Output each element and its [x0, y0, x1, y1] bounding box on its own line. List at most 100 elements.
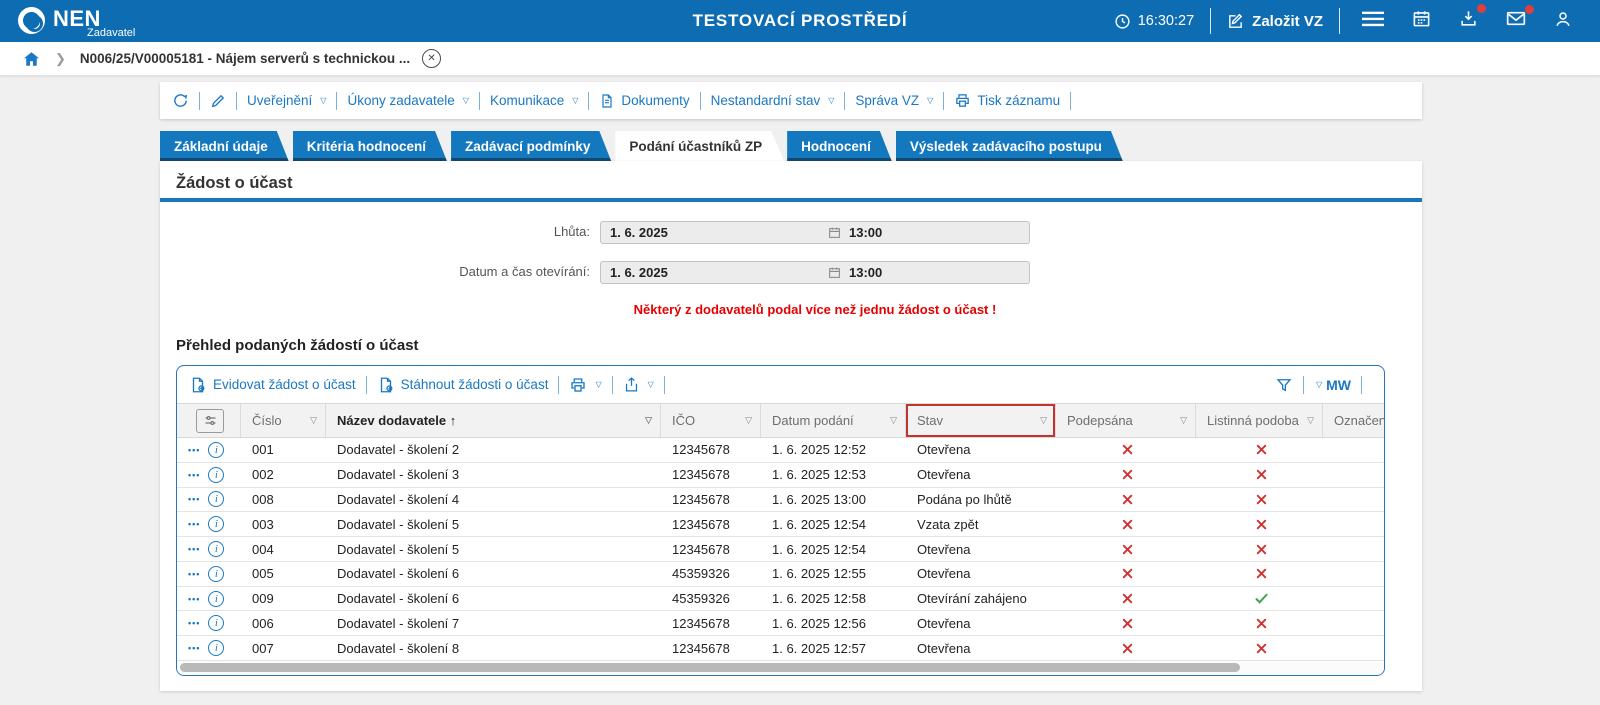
x-icon	[1121, 543, 1134, 556]
info-icon[interactable]: i	[208, 442, 224, 458]
chevron-down-icon[interactable]: ▽	[890, 415, 897, 426]
table-row[interactable]: •••i009Dodavatel - školení 6453593261. 6…	[177, 587, 1384, 612]
table-row[interactable]: •••i007Dodavatel - školení 8123456781. 6…	[177, 636, 1384, 661]
user-icon[interactable]	[1548, 8, 1578, 35]
record-tabs: Základní údajeKritéria hodnoceníZadávací…	[160, 131, 1127, 161]
stahnout-zadosti-button[interactable]: Stáhnout žádosti o účast	[377, 376, 549, 394]
column-header-listinna-podoba[interactable]: Listinná podoba▽	[1196, 404, 1323, 437]
action-nestandardni-stav[interactable]: Nestandardní stav▽	[711, 93, 835, 108]
info-icon[interactable]: i	[208, 566, 224, 582]
row-actions-icon[interactable]: •••	[188, 569, 200, 579]
lhuta-field[interactable]: 1. 6. 2025 13:00	[600, 221, 1030, 244]
evidovat-zadost-button[interactable]: Evidovat žádost o účast	[189, 376, 356, 394]
duplicate-request-warning: Některý z dodavatelů podal více než jedn…	[600, 302, 1030, 317]
chevron-down-icon[interactable]: ▽	[645, 415, 652, 426]
export-table-button[interactable]: ▽	[623, 376, 654, 393]
x-icon	[1255, 518, 1268, 531]
cell-listinna-podoba	[1196, 537, 1323, 561]
column-header-ico[interactable]: IČO▽	[661, 404, 761, 437]
column-header-cislo[interactable]: Číslo▽	[241, 404, 326, 437]
column-header-datum-podani[interactable]: Datum podání▽	[761, 404, 906, 437]
column-header-nazev-dodavatele[interactable]: Název dodavatele ↑▽	[326, 404, 661, 437]
row-actions-icon[interactable]: •••	[188, 494, 200, 504]
tab-hodnoceni[interactable]: Hodnocení	[787, 131, 893, 164]
cell-oznaceni	[1323, 611, 1384, 635]
print-table-button[interactable]: ▽	[569, 376, 601, 394]
table-row[interactable]: •••i006Dodavatel - školení 7123456781. 6…	[177, 611, 1384, 636]
chevron-down-icon[interactable]: ▽	[1180, 415, 1187, 426]
info-icon[interactable]: i	[208, 467, 224, 483]
row-actions-icon[interactable]: •••	[188, 445, 200, 455]
row-actions-icon[interactable]: •••	[188, 643, 200, 653]
chevron-down-icon[interactable]: ▽	[1040, 415, 1047, 426]
tab-podani-ucastniku-zp[interactable]: Podání účastníků ZP	[615, 131, 784, 161]
divider	[336, 92, 337, 110]
info-icon[interactable]: i	[208, 640, 224, 656]
cell-listinna-podoba	[1196, 463, 1323, 487]
column-settings-icon[interactable]	[196, 409, 224, 433]
menu-icon[interactable]	[1356, 8, 1390, 35]
row-actions-icon[interactable]: •••	[188, 618, 200, 628]
column-header-podepsana[interactable]: Podepsána▽	[1056, 404, 1196, 437]
cell-cislo: 003	[241, 512, 326, 536]
cell-stav: Otevřena	[906, 636, 1056, 660]
pencil-icon[interactable]	[210, 93, 226, 109]
column-header-oznaceni[interactable]: Označení	[1323, 404, 1384, 437]
divider	[1210, 8, 1211, 34]
create-vz-button[interactable]: Založit VZ	[1227, 13, 1323, 30]
table-header-row: Číslo▽Název dodavatele ↑▽IČO▽Datum podán…	[177, 403, 1384, 438]
cell-podepsana	[1056, 512, 1196, 536]
chevron-down-icon: ▽	[572, 96, 578, 105]
breadcrumb-item[interactable]: N006/25/V00005181 - Nájem serverů s tech…	[80, 51, 410, 66]
table-row[interactable]: •••i008Dodavatel - školení 4123456781. 6…	[177, 488, 1384, 513]
funnel-icon[interactable]	[1275, 376, 1293, 394]
row-actions-icon[interactable]: •••	[188, 519, 200, 529]
info-icon[interactable]: i	[208, 591, 224, 607]
info-icon[interactable]: i	[208, 615, 224, 631]
tab-zakladni-udaje[interactable]: Základní údaje	[160, 131, 290, 164]
table-row[interactable]: •••i003Dodavatel - školení 5123456781. 6…	[177, 512, 1384, 537]
session-clock: 16:30:27	[1114, 13, 1194, 30]
cell-podepsana	[1056, 537, 1196, 561]
home-icon[interactable]	[22, 50, 41, 68]
divider	[236, 92, 237, 110]
refresh-icon[interactable]	[172, 92, 189, 109]
close-circle-icon[interactable]: ✕	[422, 49, 441, 68]
action-dokumenty[interactable]: Dokumenty	[599, 93, 689, 109]
nen-logo[interactable]: NEN Zadavatel	[18, 4, 135, 39]
table-row[interactable]: •••i001Dodavatel - školení 2123456781. 6…	[177, 438, 1384, 463]
tab-zadavaci-podminky[interactable]: Zadávací podmínky	[451, 131, 612, 164]
action-ukony-zadavatele[interactable]: Úkony zadavatele▽	[347, 93, 468, 108]
info-icon[interactable]: i	[208, 491, 224, 507]
action-sprava-vz[interactable]: Správa VZ▽	[855, 93, 933, 108]
share-icon	[623, 376, 640, 393]
action-tisk-zaznamu[interactable]: Tisk záznamu	[954, 92, 1060, 109]
cell-listinna-podoba	[1196, 512, 1323, 536]
row-actions-icon[interactable]: •••	[188, 470, 200, 480]
mail-icon[interactable]	[1500, 8, 1532, 34]
action-uverejneni[interactable]: Uveřejnění▽	[247, 93, 326, 108]
column-header-stav[interactable]: Stav▽	[906, 404, 1056, 437]
download-icon[interactable]	[1453, 7, 1484, 35]
chevron-down-icon[interactable]: ▽	[310, 415, 317, 426]
tab-vysledek-zadavaciho-postupu[interactable]: Výsledek zadávacího postupu	[896, 131, 1124, 164]
tab-kriteria-hodnoceni[interactable]: Kritéria hodnocení	[293, 131, 448, 164]
chevron-down-icon[interactable]: ▽	[745, 415, 752, 426]
lhuta-time-value: 13:00	[841, 225, 882, 240]
row-actions-icon[interactable]: •••	[188, 594, 200, 604]
info-icon[interactable]: i	[208, 516, 224, 532]
table-row[interactable]: •••i002Dodavatel - školení 3123456781. 6…	[177, 463, 1384, 488]
divider	[1361, 376, 1362, 394]
chevron-down-icon[interactable]: ▽	[1307, 415, 1314, 426]
oteviranie-field[interactable]: 1. 6. 2025 13:00	[600, 261, 1030, 284]
cell-oznaceni	[1323, 587, 1384, 611]
scrollbar-thumb[interactable]	[180, 663, 1240, 672]
view-selector[interactable]: MW	[1326, 377, 1351, 393]
table-row[interactable]: •••i004Dodavatel - školení 5123456781. 6…	[177, 537, 1384, 562]
table-row[interactable]: •••i005Dodavatel - školení 6453593261. 6…	[177, 562, 1384, 587]
row-actions-icon[interactable]: •••	[188, 544, 200, 554]
action-komunikace[interactable]: Komunikace▽	[490, 93, 578, 108]
info-icon[interactable]: i	[208, 541, 224, 557]
chevron-down-icon[interactable]: ▽	[1316, 380, 1322, 389]
calendar-icon[interactable]	[1406, 7, 1437, 35]
